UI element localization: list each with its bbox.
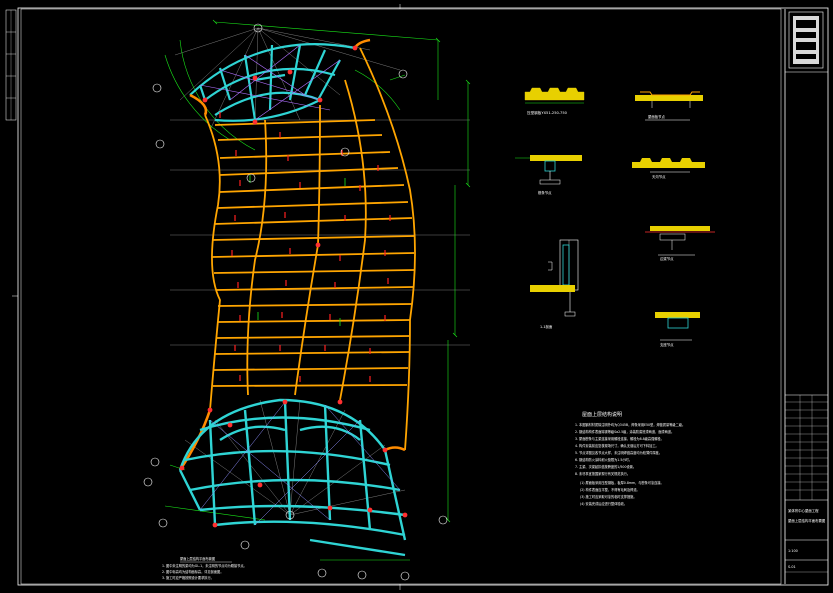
steel-node-icon [252, 119, 258, 125]
circle-axis-marker-icon [398, 69, 408, 79]
steel-node-icon [402, 512, 408, 518]
steel-node-icon [337, 399, 343, 405]
notes-line: (2) 构件表面应平整，不得有毛刺及焊渣。 [580, 487, 640, 492]
detail-label: 天沟节点 [652, 174, 666, 179]
detail-label: 压型钢板YX51-250-750 [527, 110, 568, 115]
plan-notes-line: 1. 图中未注明的梁均为GL-1，未注明的节点均为刚接节点。 [162, 563, 247, 568]
detail-deck-profile: 压型钢板YX51-250-750 [524, 87, 585, 115]
detail-gutter: 天沟节点 [632, 158, 705, 179]
title-block: 某体育中心屋面工程 屋面上层结构平面布置图 1:100 S-01 [784, 9, 828, 584]
steel-node-icon [315, 242, 321, 248]
detail-support: 支座节点 [655, 312, 700, 347]
steel-node-icon [287, 69, 293, 75]
structural-notes: 屋面上层结构说明 1. 本图钢材材质除注明外均为Q345B，焊条采用E50型，焊… [575, 411, 685, 506]
steel-node-icon [367, 507, 373, 513]
plan-notes-line: 3. 施工时应严格按照设计要求执行。 [162, 575, 214, 580]
plan-notes: 屋面上层结构平面布置图 1. 图中未注明的梁均为GL-1，未注明的节点均为刚接节… [162, 556, 247, 580]
detail-label: 支座节点 [660, 342, 674, 347]
steel-node-icon [327, 505, 333, 511]
notes-line: 7. 主梁、次梁起拱值按跨度的1/500设置。 [575, 464, 636, 469]
steel-node-icon [207, 407, 213, 413]
notes-line: (3) 施工时应采取可靠的临时支撑措施。 [580, 494, 637, 499]
main-roof-frame [204, 47, 416, 451]
circle-axis-marker-icon [240, 540, 250, 550]
circle-axis-marker-icon [158, 518, 168, 528]
circle-axis-marker-icon [152, 83, 162, 93]
detail-label: 1-1剖面 [540, 324, 553, 329]
circle-axis-marker-icon [155, 139, 165, 149]
axis-bubbles [143, 23, 448, 581]
notes-line: 6. 钢结构防火涂料耐火极限为1.5小时。 [575, 457, 632, 462]
steel-node-icon [179, 465, 185, 471]
circle-axis-marker-icon [246, 173, 256, 183]
notes-line: 2. 钢结构构件表面除锈等级Sa2.5级，涂装防腐底漆两道，面漆两道。 [575, 429, 674, 434]
circle-axis-marker-icon [400, 571, 410, 581]
detail-label: 屋面板节点 [648, 114, 666, 119]
steel-node-icon [202, 97, 208, 103]
title-block-scale: 1:100 [788, 549, 798, 553]
notes-line: 3. 屋面檩条与主梁连接采用螺栓连接，螺栓为8.8级高强螺栓。 [575, 436, 664, 441]
steel-node-icon [282, 399, 288, 405]
steel-node-icon [227, 422, 233, 428]
upper-dome-structure [189, 42, 356, 122]
plan-notes-line: 2. 图中标高均为结构面标高，详见剖面图。 [162, 569, 223, 574]
title-block-drawing-name: 屋面上层结构平面布置图 [788, 518, 826, 523]
detail-section-1-1: 1-1剖面 [530, 239, 579, 329]
steel-node-icon [257, 482, 263, 488]
title-block-project: 某体育中心屋面工程 [788, 508, 819, 513]
notes-title: 屋面上层结构说明 [582, 411, 622, 418]
notes-line: 1. 本图钢材材质除注明外均为Q345B，焊条采用E50型，焊缝质量等级二级。 [575, 422, 685, 427]
sheet-frame [17, 7, 829, 586]
detail-label: 檩条节点 [538, 190, 552, 195]
steel-node-icon [382, 447, 388, 453]
notes-line: (4) 安装完成后应进行整体验收。 [580, 501, 627, 506]
detail-edge-beam: 边梁节点 [645, 226, 715, 261]
steel-node-icon [252, 75, 258, 81]
notes-line: 4. 构件安装前应复核现场尺寸，确认无误后方可下料加工。 [575, 443, 659, 448]
steel-node-icon [317, 97, 323, 103]
notes-line: 5. 节点详图见各节点大样，未注明焊缝高度均为较薄件厚度。 [575, 450, 662, 455]
steel-node-icon [352, 45, 358, 51]
steel-node-icon [212, 522, 218, 528]
detail-roof-node: 屋面板节点 [635, 91, 703, 121]
title-block-sheet: S-01 [788, 565, 796, 569]
circle-axis-marker-icon [143, 477, 153, 487]
circle-axis-marker-icon [438, 515, 448, 525]
detail-purlin: 檩条节点 [515, 155, 582, 195]
cad-drawing-canvas[interactable]: 某体育中心屋面工程 屋面上层结构平面布置图 1:100 S-01 压型钢板YX5… [0, 0, 833, 593]
notes-line: 8. 未尽事宜按国家现行有关规范执行。 [575, 471, 630, 476]
section-cut-icon [548, 261, 553, 271]
notes-line: (1) 屋面板采用压型钢板，板厚0.8mm，与檩条可靠连接。 [580, 480, 664, 485]
left-margin-strip [5, 9, 17, 121]
plan-notes-title: 屋面上层结构平面布置图 [180, 556, 215, 561]
circle-axis-marker-icon [150, 457, 160, 467]
detail-label: 边梁节点 [660, 256, 674, 261]
circle-axis-marker-icon [357, 570, 367, 580]
circle-axis-marker-icon [317, 568, 327, 578]
